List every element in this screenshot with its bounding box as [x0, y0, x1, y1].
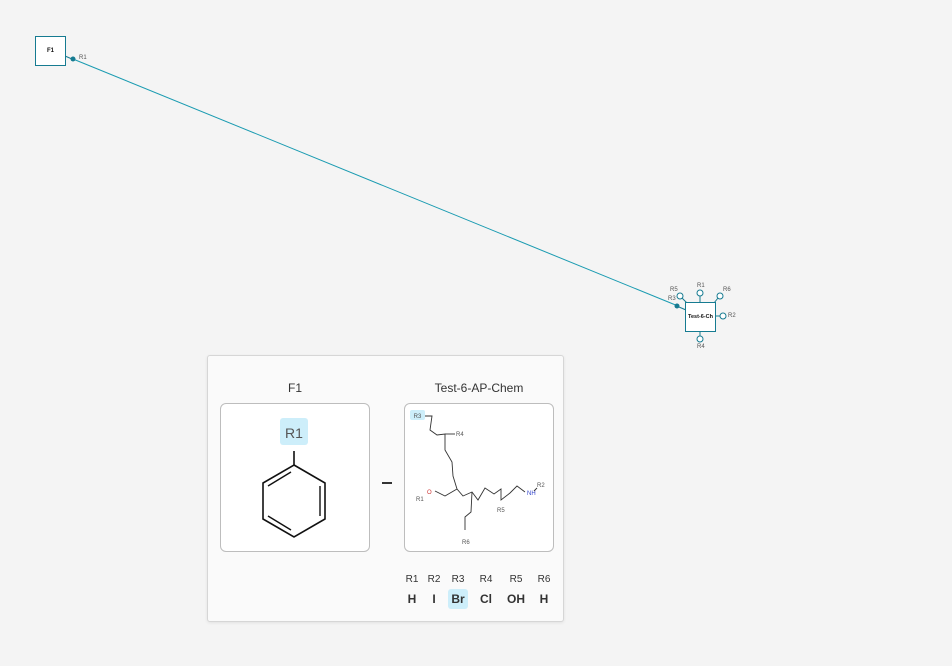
left-r1-label: R1 [285, 425, 303, 441]
rgroup-name-r2: R2 [427, 574, 441, 585]
right-o-label: O [427, 490, 432, 496]
test6-r4-label: R4 [697, 344, 705, 350]
left-structure-card: R1 [220, 403, 370, 552]
right-nh-label: NH [527, 491, 536, 497]
right-r2-label: R2 [537, 483, 545, 489]
rgroup-value-r5: OH [507, 592, 525, 606]
test6-structure: R3 R4 O R1 R6 R5 NH R2 [410, 410, 545, 546]
rgroup-name-r4: R4 [479, 574, 493, 585]
test6-r5-label: R5 [670, 287, 678, 293]
f1-attachment-r1[interactable] [70, 56, 76, 62]
monomer-test6-label: Test-6-Ch [688, 314, 713, 320]
test6-r3-label: R3 [668, 296, 676, 302]
left-structure-title: F1 [287, 381, 302, 395]
test6-attachment-r4[interactable] [696, 335, 704, 343]
right-r1-label: R1 [416, 497, 424, 503]
rgroup-value-r2: I [432, 592, 436, 606]
rgroup-value-r3: Br [448, 589, 468, 609]
test6-attachment-r3[interactable] [674, 303, 680, 309]
rgroup-value-r6: H [539, 592, 549, 606]
test6-attachment-r2[interactable] [719, 312, 727, 320]
benzene-structure: R1 [262, 418, 326, 538]
rgroup-name-r6: R6 [537, 574, 551, 585]
right-r3-label: R3 [414, 414, 422, 420]
rgroup-value-r1: H [407, 592, 417, 606]
test6-r2-label: R2 [728, 313, 736, 319]
bond-indicator [382, 482, 392, 484]
test6-attachment-r1[interactable] [696, 289, 704, 297]
monomer-test6[interactable]: Test-6-Ch [685, 302, 716, 332]
rgroup-name-r1: R1 [405, 574, 419, 585]
f1-r1-label: R1 [79, 55, 87, 61]
test6-r1-label: R1 [697, 283, 705, 289]
monomer-f1-label: F1 [46, 48, 54, 54]
rgroup-name-r5: R5 [509, 574, 523, 585]
right-structure-title: Test-6-AP-Chem [434, 381, 524, 395]
test6-r6-label: R6 [723, 287, 731, 293]
rgroup-name-r3: R3 [451, 574, 465, 585]
rgroup-value-r4: Cl [480, 592, 492, 606]
right-r5-label: R5 [497, 508, 505, 514]
monomer-f1[interactable]: F1 [35, 36, 66, 66]
bond-line[interactable] [72, 58, 679, 307]
right-structure-card: R3 R4 O R1 R6 R5 NH R2 [404, 403, 554, 552]
right-r4-label: R4 [456, 432, 464, 438]
right-r6-label: R6 [462, 540, 470, 546]
